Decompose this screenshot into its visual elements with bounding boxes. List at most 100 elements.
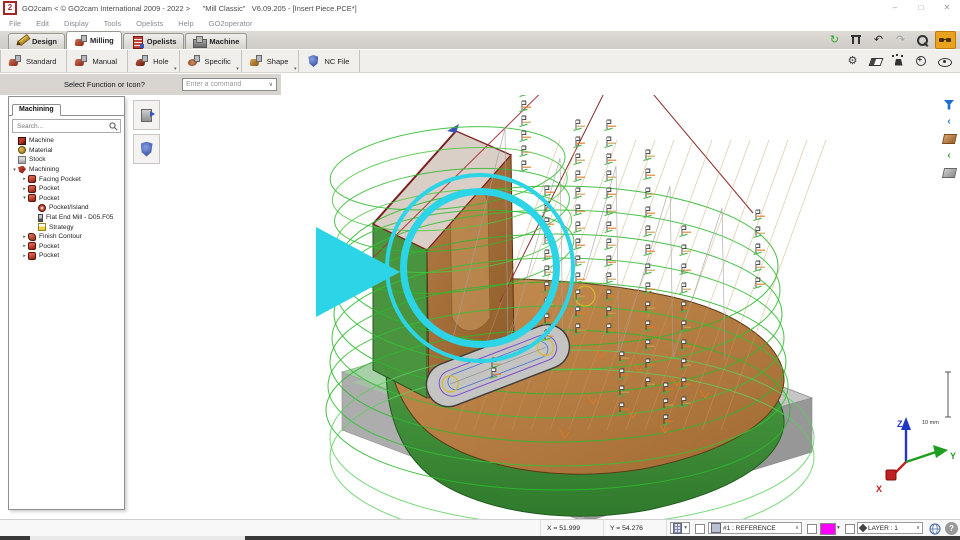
- sync-button[interactable]: ↻: [825, 32, 844, 48]
- menu-help[interactable]: Help: [178, 19, 193, 28]
- tree-expand-icon[interactable]: ▸: [21, 186, 28, 192]
- grid-checkbox[interactable]: [695, 524, 705, 534]
- eye-icon: [938, 55, 952, 68]
- tab-opelists[interactable]: Opelists: [123, 33, 185, 49]
- chevron-left-blue-button[interactable]: ‹: [942, 115, 957, 128]
- reference-combobox[interactable]: #1 : REFERENCE ∨: [708, 522, 802, 534]
- tool-display-button[interactable]: [133, 134, 160, 164]
- chevron-down-icon: ∨: [795, 525, 799, 531]
- menu-edit[interactable]: Edit: [36, 19, 49, 28]
- tree-expand-icon[interactable]: ▸: [21, 234, 28, 240]
- tree-search-box[interactable]: [12, 119, 121, 133]
- tree-item-facing-pocket[interactable]: ▸Facing Pocket: [9, 174, 124, 184]
- redo-button[interactable]: ↷: [891, 32, 910, 48]
- menu-go2operator[interactable]: GO2operator: [209, 19, 253, 28]
- ribbon-button-label: Manual: [92, 57, 117, 66]
- opelists-icon: [131, 36, 144, 48]
- close-button[interactable]: ✕: [934, 1, 960, 15]
- menu-opelists[interactable]: Opelists: [136, 19, 163, 28]
- maximize-button[interactable]: □: [908, 1, 934, 15]
- tree-search-input[interactable]: [15, 122, 109, 131]
- tree-item-finish-contour[interactable]: ▸Finish Contour: [9, 232, 124, 242]
- eraser-icon: [869, 55, 883, 68]
- tree-item-pocket[interactable]: ▸Pocket: [9, 251, 124, 261]
- caliper-button[interactable]: [847, 32, 866, 48]
- tree-expand-icon[interactable]: ▸: [21, 243, 28, 249]
- layer-combobox[interactable]: LAYER : 1 ∨: [857, 522, 923, 534]
- stock-box-button[interactable]: [942, 166, 957, 179]
- command-combobox[interactable]: Enter a command ∨: [182, 78, 277, 91]
- swatch-dropdown-icon[interactable]: ▾: [837, 525, 840, 531]
- magic-button[interactable]: [889, 53, 908, 69]
- color-swatch[interactable]: [820, 523, 836, 535]
- view-sphere-button[interactable]: [928, 522, 941, 535]
- tab-row: DesignMillingOpelists Machine ↻ ↶↷: [0, 31, 960, 49]
- manual-button[interactable]: Manual: [67, 50, 128, 72]
- help-button[interactable]: ?: [945, 522, 958, 535]
- tool-shield-icon: [141, 142, 153, 157]
- zoom-target-button[interactable]: [912, 53, 931, 69]
- undo-button[interactable]: ↶: [869, 32, 888, 48]
- tree-expand-icon[interactable]: ▾: [11, 167, 18, 173]
- quick-toolbar-1: ↻ ↶↷: [825, 31, 960, 49]
- video-progress-bar[interactable]: [0, 536, 960, 540]
- tree-item-pocket-island[interactable]: Pocket/Island: [9, 203, 124, 213]
- tab-design[interactable]: Design: [8, 33, 65, 49]
- part-box-button[interactable]: [942, 132, 957, 145]
- tree-expand-icon[interactable]: ▸: [21, 176, 28, 182]
- tree-item-pocket[interactable]: ▸Pocket: [9, 184, 124, 194]
- menu-display[interactable]: Display: [64, 19, 89, 28]
- chevron-left-green-button[interactable]: ‹: [942, 149, 957, 162]
- chevron-left-green-icon: ‹: [947, 151, 950, 161]
- simulation-button[interactable]: [133, 100, 160, 130]
- ribbon-button-label: NC File: [324, 57, 349, 66]
- menu-bar: File Edit Display Tools Opelists Help GO2opera…: [0, 16, 960, 31]
- tree-item-label: Pocket: [39, 243, 59, 250]
- tab-milling[interactable]: Milling: [66, 31, 122, 49]
- shape-button[interactable]: Shape▾: [242, 50, 300, 72]
- tree-item-material[interactable]: Material: [9, 146, 124, 156]
- machining-panel-tab[interactable]: Machining: [12, 104, 61, 116]
- play-glyph: [150, 111, 155, 117]
- tab-machine[interactable]: Machine: [185, 33, 247, 49]
- filter-button[interactable]: [942, 98, 957, 111]
- part-box-icon: [941, 134, 956, 144]
- tree-item-stock[interactable]: Stock: [9, 155, 124, 165]
- play-button-icon[interactable]: [316, 227, 400, 317]
- eraser-button[interactable]: [866, 53, 885, 69]
- tree-item-pocket[interactable]: ▾Pocket: [9, 194, 124, 204]
- tree-expand-icon[interactable]: ▸: [21, 253, 28, 259]
- prompt-row: Select Function or Icon? Enter a command…: [0, 74, 960, 95]
- tree-item-machining[interactable]: ▾Machining: [9, 165, 124, 175]
- prompt-label: Select Function or Icon?: [64, 80, 145, 89]
- menu-tools[interactable]: Tools: [104, 19, 122, 28]
- machining-icon: [18, 166, 26, 174]
- tab-label: Machine: [209, 37, 239, 46]
- tree-item-machine[interactable]: Machine: [9, 136, 124, 146]
- play-overlay-inner-ring[interactable]: [400, 188, 560, 348]
- glasses-button[interactable]: [935, 31, 956, 49]
- zoom-button[interactable]: [913, 32, 932, 48]
- command-placeholder: Enter a command: [186, 81, 241, 88]
- contour-icon: [28, 233, 36, 241]
- reference-checkbox[interactable]: [807, 524, 817, 534]
- minimize-button[interactable]: –: [882, 1, 908, 15]
- tree-item-pocket[interactable]: ▸ Pocket: [9, 242, 124, 252]
- tree-item-label: Machine: [29, 137, 54, 144]
- menu-file[interactable]: File: [9, 19, 21, 28]
- nc-file-button[interactable]: NC File: [299, 50, 360, 72]
- pocket-icon: [28, 185, 36, 193]
- app-icon: 2: [3, 1, 17, 15]
- tree-item-flat-end-mill-d05-f05[interactable]: Flat End Mill - D05.F05: [9, 213, 124, 223]
- specific-button[interactable]: Specific▾: [180, 50, 242, 72]
- tree-expand-icon[interactable]: ▾: [21, 195, 28, 201]
- grid-button[interactable]: ▾: [670, 522, 690, 534]
- tree-item-strategy[interactable]: Strategy: [9, 222, 124, 232]
- machine-axes-button[interactable]: ⚙: [843, 53, 862, 69]
- magic-icon: [892, 55, 906, 68]
- eye-button[interactable]: [935, 53, 954, 69]
- z-axis-label: Z: [897, 419, 903, 429]
- layer-checkbox[interactable]: [845, 524, 855, 534]
- hole-button[interactable]: Hole▾: [128, 50, 179, 72]
- standard-button[interactable]: Standard: [0, 50, 67, 72]
